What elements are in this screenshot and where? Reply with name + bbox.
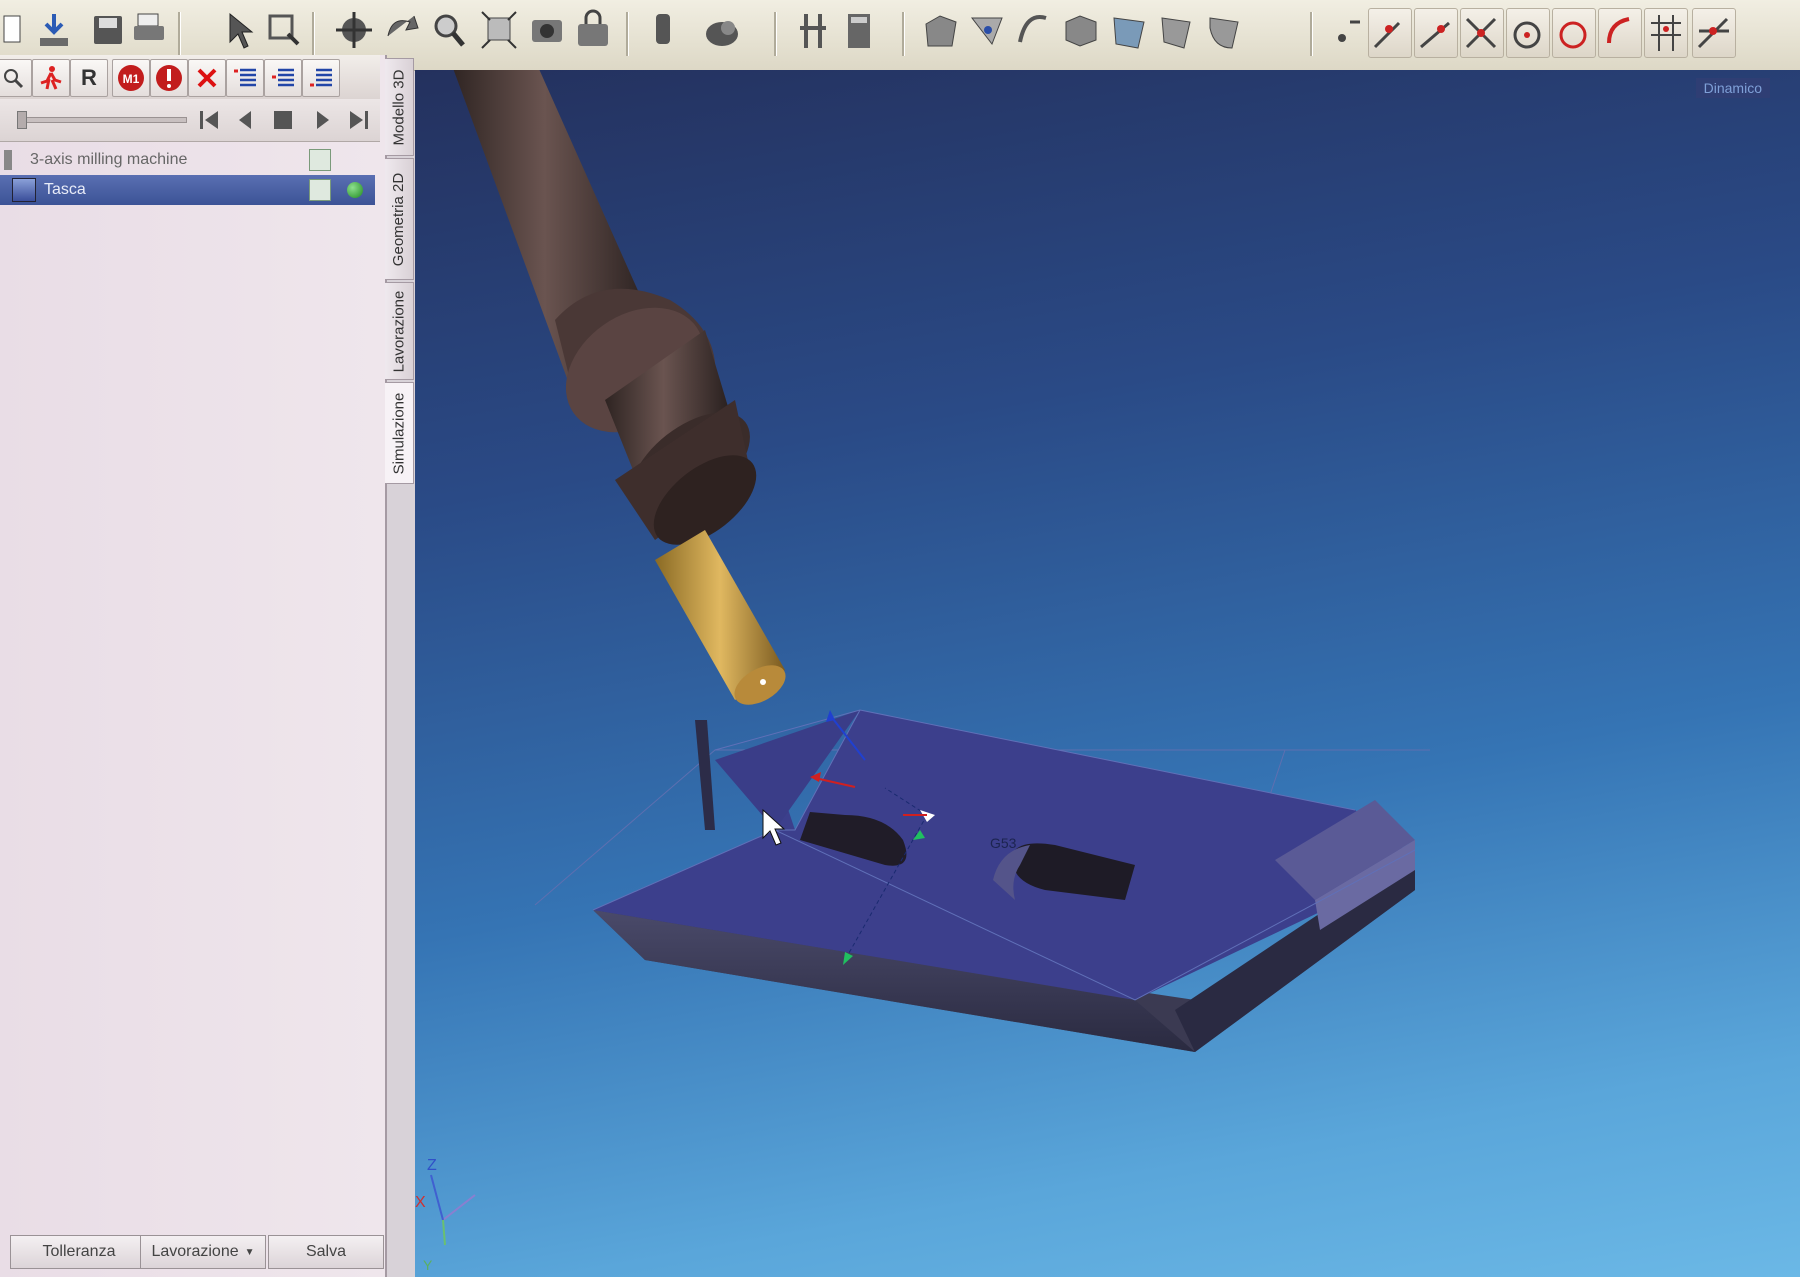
tab-simulazione[interactable]: Simulazione bbox=[385, 382, 414, 484]
tab-label: Simulazione bbox=[390, 392, 408, 474]
surface-icon[interactable] bbox=[920, 8, 962, 56]
list-icon-3[interactable] bbox=[302, 59, 340, 97]
tab-label: Geometria 2D bbox=[390, 172, 408, 266]
calculator-icon[interactable] bbox=[838, 8, 880, 56]
skip-end-icon[interactable] bbox=[346, 107, 372, 133]
tab-label: Lavorazione bbox=[390, 290, 408, 372]
3d-viewport[interactable]: Dinamico Z X Y G53 bbox=[415, 70, 1800, 1277]
chevron-down-icon: ▼ bbox=[244, 1246, 255, 1258]
zoom-icon[interactable] bbox=[428, 8, 470, 56]
tree-item-tasca[interactable]: Tasca bbox=[0, 175, 375, 205]
face-icon[interactable] bbox=[1108, 8, 1150, 56]
column-icon[interactable] bbox=[792, 8, 834, 56]
left-panel: R M1 3-axis milling machine Tasca Toller… bbox=[0, 55, 387, 1277]
snap-8-icon[interactable] bbox=[1692, 8, 1736, 58]
scene: Z X Y bbox=[415, 70, 1430, 1273]
tab-label: Modello 3D bbox=[390, 69, 408, 145]
rotate-icon[interactable] bbox=[380, 8, 422, 56]
tab-modello-3d[interactable]: Modello 3D bbox=[385, 58, 414, 156]
slider-thumb[interactable] bbox=[17, 111, 27, 129]
delete-icon[interactable] bbox=[188, 59, 226, 97]
pocket-icon bbox=[12, 178, 36, 202]
point-icon[interactable] bbox=[966, 8, 1008, 56]
stop-icon[interactable] bbox=[270, 107, 296, 133]
axis-triad: Z X Y bbox=[415, 1157, 476, 1273]
camera-lock-icon[interactable] bbox=[572, 8, 614, 56]
skip-start-icon[interactable] bbox=[196, 107, 222, 133]
snap-7-icon[interactable] bbox=[1644, 8, 1688, 58]
snap-3-icon[interactable] bbox=[1460, 8, 1504, 58]
tree-item-label: Tasca bbox=[44, 181, 86, 198]
list-icon-1[interactable] bbox=[226, 59, 264, 97]
cutting-tool bbox=[655, 530, 786, 705]
playback-bar bbox=[0, 99, 380, 142]
solid-icon[interactable] bbox=[1060, 8, 1102, 56]
workpiece[interactable] bbox=[592, 709, 1416, 1052]
status-dot-icon bbox=[347, 182, 363, 198]
step-back-icon[interactable] bbox=[232, 107, 258, 133]
tool-holder bbox=[453, 70, 757, 545]
shape-icon[interactable] bbox=[702, 8, 744, 56]
snap-6-icon[interactable] bbox=[1598, 8, 1642, 58]
tolerance-button[interactable]: Tolleranza bbox=[10, 1235, 148, 1269]
tree-item-label: 3-axis milling machine bbox=[30, 151, 188, 168]
machine-icon bbox=[4, 150, 12, 170]
snap-1-icon[interactable] bbox=[1368, 8, 1412, 58]
fit-icon[interactable] bbox=[478, 8, 520, 56]
save-icon[interactable] bbox=[86, 8, 128, 56]
run-icon[interactable] bbox=[32, 59, 70, 97]
tab-lavorazione[interactable]: Lavorazione bbox=[385, 282, 414, 380]
chamfer-icon[interactable] bbox=[1156, 8, 1198, 56]
axis-y-label: Y bbox=[423, 1257, 433, 1273]
snap-2-icon[interactable] bbox=[1414, 8, 1458, 58]
zoom-window-icon[interactable] bbox=[264, 8, 306, 56]
operation-tree: 3-axis milling machine Tasca bbox=[0, 141, 378, 1041]
play-icon[interactable] bbox=[310, 107, 336, 133]
snap-4-icon[interactable] bbox=[1506, 8, 1550, 58]
command-bar: R M1 bbox=[0, 55, 380, 100]
save-button[interactable]: Salva bbox=[268, 1235, 384, 1269]
snap-5-icon[interactable] bbox=[1552, 8, 1596, 58]
visibility-checkbox[interactable] bbox=[309, 179, 331, 201]
tab-geometria-2d[interactable]: Geometria 2D bbox=[385, 158, 414, 280]
print-icon[interactable] bbox=[128, 8, 170, 56]
tool-icon[interactable] bbox=[644, 8, 686, 56]
origin-label: G53 bbox=[990, 835, 1017, 851]
reset-button[interactable]: R bbox=[70, 59, 108, 97]
m1-label: M1 bbox=[123, 72, 140, 86]
import-icon[interactable] bbox=[34, 8, 76, 56]
pan-icon[interactable] bbox=[334, 8, 376, 56]
machining-label: Lavorazione bbox=[151, 1243, 239, 1260]
toggle-icon[interactable] bbox=[1330, 8, 1372, 56]
axis-z-label: Z bbox=[427, 1157, 437, 1174]
visibility-checkbox[interactable] bbox=[309, 149, 331, 171]
camera-icon[interactable] bbox=[526, 8, 568, 56]
m1-stop-button[interactable]: M1 bbox=[112, 59, 150, 97]
list-icon-2[interactable] bbox=[264, 59, 302, 97]
fillet-icon[interactable] bbox=[1204, 8, 1246, 56]
search-icon[interactable] bbox=[0, 59, 32, 97]
select-icon[interactable] bbox=[220, 8, 262, 56]
machining-dropdown[interactable]: Lavorazione ▼ bbox=[140, 1235, 266, 1269]
tree-item-machine[interactable]: 3-axis milling machine bbox=[0, 145, 375, 175]
curve-icon[interactable] bbox=[1012, 8, 1054, 56]
alert-icon[interactable] bbox=[150, 59, 188, 97]
speed-slider[interactable] bbox=[17, 111, 187, 129]
axis-x-label: X bbox=[415, 1194, 426, 1211]
